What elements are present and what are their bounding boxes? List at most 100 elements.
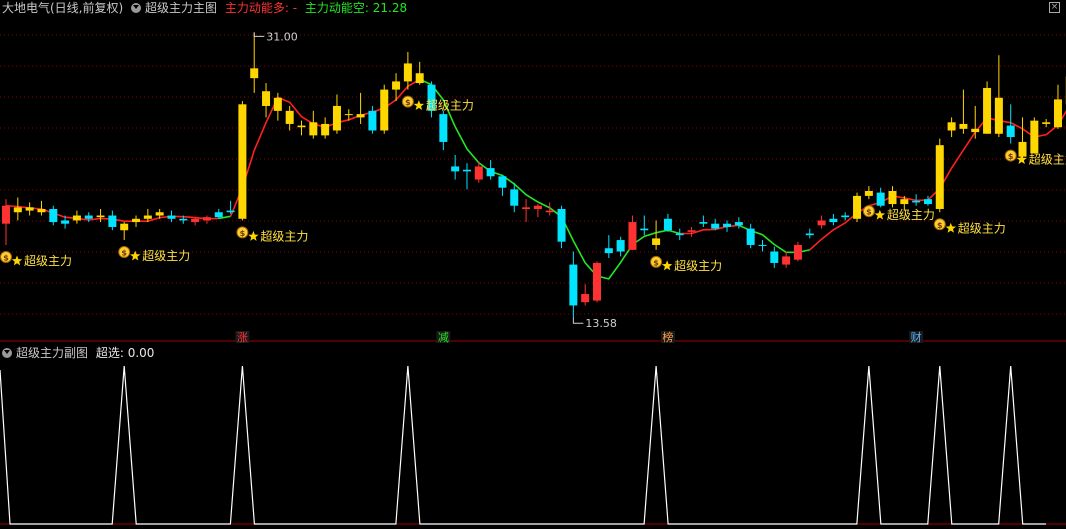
candle: [935, 138, 944, 213]
candle: [971, 105, 980, 139]
event-tag: 涨: [237, 331, 248, 344]
star-icon: [413, 100, 425, 110]
candle-body: [202, 217, 211, 221]
candle: [663, 213, 672, 232]
stock-name[interactable]: 大地电气(日线,前复权): [2, 1, 123, 15]
signal-label: 超级主力: [260, 228, 308, 243]
candle: [805, 228, 814, 239]
sub-panel-name[interactable]: 超级主力副图: [16, 346, 88, 360]
candle-body: [285, 110, 294, 124]
candle-body: [132, 218, 141, 223]
chart-canvas[interactable]: $超级主力$超级主力$超级主力$超级主力$超级主力$超级主力$超级主力$超级主力…: [0, 0, 1066, 529]
candle-body: [1030, 120, 1039, 154]
signal-marker: $ 超级主力: [401, 95, 474, 113]
candle: [380, 84, 389, 134]
candle-body: [84, 215, 93, 219]
candle: [841, 212, 850, 221]
candle: [888, 186, 897, 208]
bear-label: 主力动能空: 21.28: [304, 1, 408, 15]
candle-body: [569, 264, 578, 306]
signal-marker: $ 超级主力: [0, 250, 72, 268]
candle-body: [853, 195, 862, 219]
candle: [959, 89, 968, 134]
signal-label: 超级主力: [887, 207, 935, 222]
money-bag-glyph: $: [240, 229, 246, 238]
candle-body: [817, 220, 826, 226]
event-tag: 减: [438, 331, 449, 344]
candle-body: [1006, 125, 1015, 138]
candle-body: [25, 207, 34, 211]
candle: [723, 220, 732, 232]
star-icon: [661, 260, 673, 271]
candle-body: [675, 233, 684, 236]
star-icon: [248, 230, 259, 241]
candle: [120, 222, 129, 241]
candle-body: [557, 208, 566, 242]
candle: [994, 55, 1003, 138]
candle: [96, 208, 105, 223]
candle-body: [451, 166, 460, 172]
candle-body: [983, 87, 992, 134]
candle-body: [72, 215, 81, 221]
candle-body: [581, 294, 590, 303]
star-icon: [11, 255, 23, 266]
signal-label: 超级主力: [958, 220, 1006, 235]
dropdown-icon[interactable]: [131, 3, 142, 13]
candle-body: [403, 63, 412, 82]
candle-body: [522, 207, 531, 209]
money-bag-glyph: $: [1008, 152, 1014, 161]
candle-body: [439, 114, 448, 142]
candle-body: [96, 215, 105, 218]
candle-body: [498, 176, 507, 188]
signal-marker: $ 超级主力: [236, 226, 308, 243]
candle-body: [663, 218, 672, 231]
candle: [309, 110, 318, 139]
candle: [758, 240, 767, 252]
high-pointer: [253, 32, 265, 37]
candle: [640, 215, 649, 236]
candle: [604, 235, 613, 259]
candle-body: [593, 262, 601, 301]
candle-body: [262, 91, 271, 106]
candle: [1018, 117, 1027, 159]
bull-label: 主力动能多: -: [224, 1, 298, 15]
candle: [72, 210, 81, 224]
sub-panel-layer: [0, 365, 1046, 525]
candle: [84, 212, 93, 223]
close-icon[interactable]: ×: [1049, 2, 1060, 13]
event-tag: 榜: [662, 330, 673, 344]
candle-body: [415, 73, 424, 84]
high-label: 31.00: [266, 30, 298, 43]
candle: [675, 228, 684, 241]
candle-body: [994, 97, 1003, 134]
candle-body: [1053, 99, 1062, 128]
candle: [1042, 119, 1051, 128]
candle: [687, 226, 696, 237]
candle: [285, 105, 294, 131]
candle-body: [935, 145, 944, 209]
candle-body: [321, 123, 330, 136]
candle: [853, 192, 862, 223]
candle: [132, 215, 141, 227]
candle-body: [392, 81, 401, 90]
signal-label: 超级主力: [142, 248, 190, 263]
candle-body: [356, 114, 365, 118]
candle-body: [49, 208, 58, 223]
candle-body: [876, 192, 885, 206]
label-layer: 31.00 13.58 涨 减 榜 财: [235, 30, 924, 344]
candle-body: [120, 223, 129, 231]
star-icon: [945, 222, 956, 233]
candle: [876, 187, 885, 208]
candle-body: [805, 233, 814, 236]
grid-layer: [0, 34, 1066, 525]
candle-body: [297, 125, 306, 128]
candle-body: [533, 205, 542, 209]
candle-body: [368, 110, 377, 131]
candle-layer: [2, 32, 1066, 318]
indicator-name[interactable]: 超级主力主图: [145, 1, 217, 15]
candle: [770, 246, 779, 268]
candle: [522, 199, 531, 223]
candle-body: [758, 244, 767, 246]
candle-body: [344, 114, 353, 116]
dropdown-icon[interactable]: [2, 348, 12, 358]
